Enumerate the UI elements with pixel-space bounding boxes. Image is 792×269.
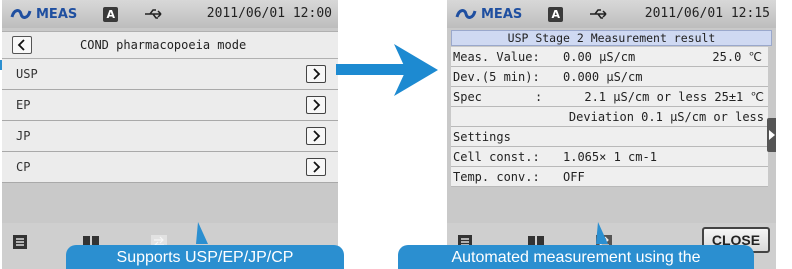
measurement-result-screen: MEAS A 2011/06/01 12:15 USP Stage 2 Meas… <box>447 0 776 269</box>
callout-pointer-icon <box>196 222 208 244</box>
menu-item-label: JP <box>16 129 31 143</box>
row-label: Settings <box>453 130 511 144</box>
menu-item-cp[interactable]: CP <box>2 152 338 183</box>
back-icon <box>17 39 25 51</box>
menu-item-label: EP <box>16 98 31 112</box>
meas-logo: MEAS <box>455 7 522 22</box>
row-value: 1.065× 1 cm-1 <box>563 150 657 164</box>
result-row-spec: Spec : 2.1 μS/cm or less 25±1 ℃ <box>451 87 768 107</box>
row-label: Spec <box>453 90 482 104</box>
chevron-right-icon <box>313 161 321 173</box>
callout-automated: Automated measurement using the <box>398 245 754 269</box>
page-title: COND pharmacopoeia mode <box>80 38 247 52</box>
open-jp-button[interactable] <box>306 127 326 145</box>
row-value: OFF <box>563 170 585 184</box>
chevron-right-icon <box>768 130 775 140</box>
datetime: 2011/06/01 12:00 <box>206 6 332 21</box>
open-usp-button[interactable] <box>306 65 326 83</box>
open-cp-button[interactable] <box>306 158 326 176</box>
datetime: 2011/06/01 12:15 <box>644 6 770 21</box>
mode-badge: A <box>103 6 119 22</box>
row-separator: : <box>535 90 543 104</box>
usb-icon <box>589 8 609 20</box>
menu-item-usp[interactable]: USP <box>2 59 338 90</box>
status-bar: MEAS A 2011/06/01 12:00 <box>2 0 338 28</box>
open-ep-button[interactable] <box>306 96 326 114</box>
menu-list-icon[interactable] <box>12 234 28 250</box>
row-label: Dev.(5 min): <box>453 70 540 84</box>
chevron-right-icon <box>313 130 321 142</box>
row-value: 0.00 μS/cm <box>563 50 636 64</box>
menu-item-ep[interactable]: EP <box>2 90 338 121</box>
meas-logo: MEAS <box>10 7 77 22</box>
menu-item-label: USP <box>16 67 38 81</box>
page-next-tab[interactable] <box>767 118 776 152</box>
result-table: Meas. Value: 0.00 μS/cm 25.0 ℃ Dev.(5 mi… <box>451 47 768 187</box>
screen-title-bar: COND pharmacopoeia mode <box>2 31 338 59</box>
result-row-spec-deviation: Deviation 0.1 μS/cm or less <box>451 107 768 127</box>
result-row-settings: Settings <box>451 127 768 147</box>
comparison-figure: MEAS A 2011/06/01 12:00 COND pharmacopoe… <box>0 0 792 269</box>
menu-item-label: CP <box>16 160 31 174</box>
mode-badge: A <box>548 6 564 22</box>
callout-text: Automated measurement using the <box>451 249 701 266</box>
row-value: Deviation 0.1 μS/cm or less <box>568 110 764 124</box>
pharmacopoeia-menu: USP EP JP CP <box>2 59 338 183</box>
result-row-cell-const: Cell const.: 1.065× 1 cm-1 <box>451 147 768 167</box>
callout-pointer-icon <box>596 222 608 244</box>
result-row-deviation: Dev.(5 min): 0.000 μS/cm <box>451 67 768 87</box>
callout-supports: Supports USP/EP/JP/CP <box>66 245 344 269</box>
row-value: 0.000 μS/cm <box>563 70 643 84</box>
row-value: 2.1 μS/cm or less 25±1 ℃ <box>584 90 764 104</box>
status-bar: MEAS A 2011/06/01 12:15 <box>447 0 776 28</box>
callout-text: Supports USP/EP/JP/CP <box>116 249 294 266</box>
arrow-pointer-icon <box>336 44 438 96</box>
chevron-right-icon <box>313 99 321 111</box>
row-extra: 25.0 ℃ <box>712 50 762 64</box>
brand-label: MEAS <box>36 6 78 22</box>
result-row-meas-value: Meas. Value: 0.00 μS/cm 25.0 ℃ <box>451 47 768 67</box>
brand-label: MEAS <box>481 6 523 22</box>
pharmacopoeia-mode-screen: MEAS A 2011/06/01 12:00 COND pharmacopoe… <box>2 0 338 269</box>
meas-logo-icon <box>10 9 32 19</box>
row-label: Meas. Value: <box>453 50 540 64</box>
usb-icon <box>144 8 164 20</box>
back-button[interactable] <box>12 36 32 54</box>
menu-item-jp[interactable]: JP <box>2 121 338 152</box>
chevron-right-icon <box>313 68 321 80</box>
result-title: USP Stage 2 Measurement result <box>451 30 772 46</box>
row-label: Temp. conv.: <box>453 170 540 184</box>
meas-logo-icon <box>455 9 477 19</box>
row-label: Cell const.: <box>453 150 540 164</box>
result-row-temp-conv: Temp. conv.: OFF <box>451 167 768 187</box>
